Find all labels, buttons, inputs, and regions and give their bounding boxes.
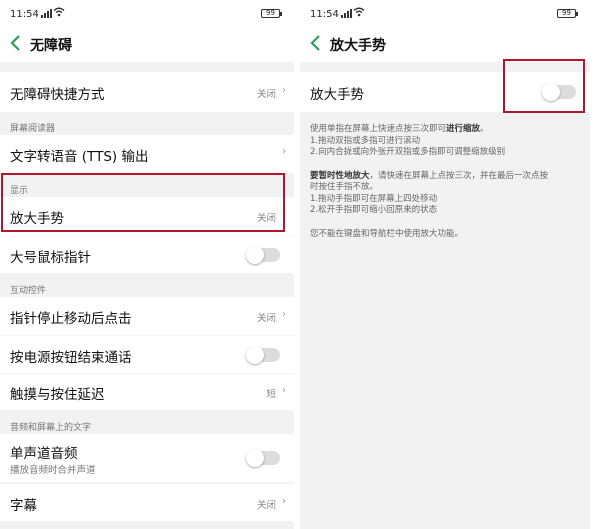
nav-bar: 放大手势 <box>300 28 590 62</box>
item-label: 放大手势 <box>310 87 364 103</box>
info-line: 2.向内合拢或向外张开双指或多指即可调整缩放级别 <box>310 147 506 157</box>
status-bar: 11:54 99 <box>0 0 294 28</box>
back-arrow-icon[interactable] <box>308 32 324 54</box>
item-label: 字幕 <box>10 498 37 514</box>
page-title: 放大手势 <box>330 38 386 54</box>
info-text: 使用单指在屏幕上快速点按三次即可 <box>310 124 447 134</box>
list-item-tts-output[interactable]: 文字转语音 (TTS) 输出 › <box>0 135 294 173</box>
info-line: 1.拖动双指或多指可进行滚动 <box>310 135 421 146</box>
list-item-power-ends-call[interactable]: 按电源按钮结束通话 <box>0 335 294 373</box>
list-item-mono-audio[interactable]: 单声道音频 播放音频时合并声道 <box>0 434 294 482</box>
wifi-icon <box>353 7 365 20</box>
info-line: 要暂时性地放大，请快速在屏幕上点按三次，并在最后一次点按 <box>310 171 582 183</box>
info-text: 。 <box>480 124 489 134</box>
battery-icon: 99 <box>261 9 282 18</box>
item-label: 按电源按钮结束通话 <box>10 350 132 366</box>
large-pointer-toggle[interactable] <box>246 246 280 264</box>
list-item-large-mouse-pointer[interactable]: 大号鼠标指针 <box>0 235 294 273</box>
chevron-right-icon: › <box>282 496 286 507</box>
status-time: 11:54 <box>10 9 39 20</box>
chevron-right-icon: › <box>282 85 286 96</box>
chevron-right-icon: › <box>282 385 286 396</box>
mono-audio-toggle[interactable] <box>246 449 280 467</box>
status-bar: 11:54 99 <box>300 0 590 28</box>
info-text: ，请快速在屏幕上点按三次，并在最后一次点按 <box>369 170 549 181</box>
magnification-gesture-screen: 11:54 99 放大手势 放大手势 使用单指在屏幕上快速点按三次即可进行缩放。… <box>300 0 590 529</box>
toggle-knob <box>246 449 264 467</box>
info-line: 时按住手指不放。 <box>310 182 379 192</box>
signal-icon <box>41 9 52 21</box>
item-subtitle: 播放音频时合并声道 <box>10 465 96 476</box>
info-bold-text: 要暂时性地放大 <box>310 170 370 181</box>
section-header-interaction: 互动控件 <box>10 286 47 296</box>
item-label: 指针停止移动后点击 <box>10 311 132 327</box>
signal-icon <box>341 9 352 21</box>
section-header-audio-text: 音频和屏幕上的文字 <box>10 423 92 433</box>
chevron-right-icon: › <box>282 146 286 157</box>
nav-bar: 无障碍 <box>0 28 294 62</box>
item-label: 单声道音频 <box>10 446 78 462</box>
info-line: 您不能在键盘和导航栏中使用放大功能。 <box>310 228 464 239</box>
page-title: 无障碍 <box>30 38 72 54</box>
item-value: 关闭 <box>256 89 276 100</box>
list-item-dwell-click[interactable]: 指针停止移动后点击 关闭 › <box>0 297 294 335</box>
item-label: 大号鼠标指针 <box>10 250 91 266</box>
section-header-screen-reader: 屏幕阅读器 <box>10 124 56 134</box>
list-item-captions[interactable]: 字幕 关闭 › <box>0 483 294 521</box>
item-label: 触摸与按住延迟 <box>10 387 105 403</box>
power-ends-call-toggle[interactable] <box>246 346 280 364</box>
info-line: 使用单指在屏幕上快速点按三次即可进行缩放。 <box>310 124 582 136</box>
highlight-box <box>1 173 285 232</box>
item-value: 短 <box>266 389 276 400</box>
chevron-right-icon: › <box>282 309 286 320</box>
back-arrow-icon[interactable] <box>8 32 24 54</box>
item-label: 无障碍快捷方式 <box>10 87 105 103</box>
list-item-touch-hold-delay[interactable]: 触摸与按住延迟 短 › <box>0 373 294 410</box>
wifi-icon <box>53 7 65 20</box>
item-label: 文字转语音 (TTS) 输出 <box>10 149 149 165</box>
info-bold-text: 进行缩放 <box>446 124 481 134</box>
item-value: 关闭 <box>256 313 276 324</box>
accessibility-settings-screen: 11:54 99 无障碍 无障碍快捷方式 关闭 › 屏幕阅读器 文字转语音 (T… <box>0 0 294 529</box>
toggle-knob <box>246 246 264 264</box>
battery-icon: 99 <box>557 9 578 18</box>
list-item-accessibility-shortcut[interactable]: 无障碍快捷方式 关闭 › <box>0 72 294 112</box>
toggle-knob <box>246 346 264 364</box>
highlight-box <box>503 59 585 113</box>
item-value: 关闭 <box>256 500 276 511</box>
info-line: 1.拖动手指即可在屏幕上四处移动 <box>310 193 438 204</box>
status-time: 11:54 <box>310 9 339 20</box>
info-line: 2.松开手指即可缩小回原来的状态 <box>310 205 438 215</box>
usage-instructions: 使用单指在屏幕上快速点按三次即可进行缩放。 1.拖动双指或多指可进行滚动 2.向… <box>310 124 582 240</box>
